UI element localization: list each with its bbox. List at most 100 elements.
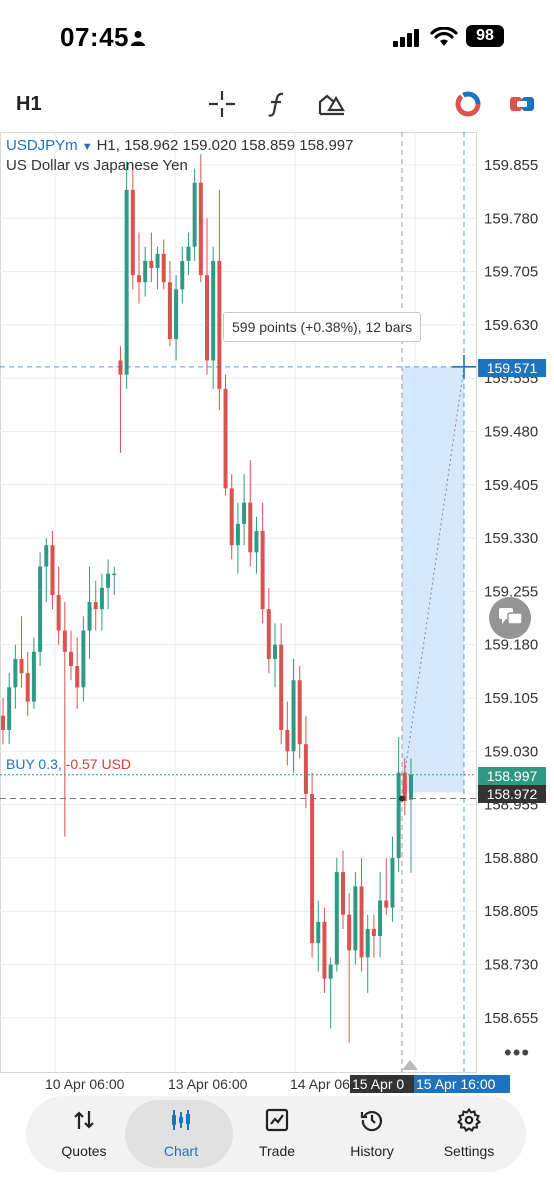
x-tick-label: 10 Apr 06:00	[45, 1076, 125, 1092]
symbol-dropdown-icon[interactable]: ▼	[82, 141, 93, 153]
position-profit: -0.57 USD	[65, 756, 132, 772]
position-label[interactable]: BUY 0.3, -0.57 USD	[6, 756, 131, 772]
x-tick-label: 13 Apr 06:00	[168, 1076, 248, 1092]
candle-body	[1, 715, 5, 730]
candle-body	[25, 673, 30, 702]
candle-body	[180, 260, 185, 290]
candle-body	[205, 275, 209, 361]
candle-body	[310, 793, 315, 944]
symbol-description: US Dollar vs Japanese Yen	[6, 157, 188, 174]
y-tick-label: 159.630	[484, 317, 538, 334]
candle-body	[341, 872, 345, 915]
candle-body	[62, 630, 67, 652]
candle-body	[378, 900, 383, 937]
candle-body	[106, 573, 111, 588]
candle-body	[223, 388, 228, 489]
y-tick-label: 158.805	[484, 903, 538, 920]
candle-body	[359, 886, 364, 958]
candle-body	[149, 260, 154, 269]
y-tick-label: 158.655	[484, 1010, 538, 1027]
position-volume: BUY 0.3,	[6, 756, 62, 772]
y-tick-label: 158.730	[484, 957, 538, 974]
candle-body	[242, 502, 247, 524]
candle-body	[87, 602, 92, 631]
cursor-price-tag: 159.571	[478, 359, 546, 377]
candle-body	[112, 573, 117, 576]
objects-icon[interactable]	[316, 88, 348, 120]
y-tick-label: 158.880	[484, 850, 538, 867]
measure-tooltip: 599 points (+0.38%), 12 bars	[223, 312, 422, 342]
y-tick-label: 159.855	[484, 157, 538, 174]
timeframe-button[interactable]: H1	[16, 93, 42, 116]
chat-button[interactable]	[489, 597, 531, 639]
candle-body	[7, 687, 12, 730]
candle-body	[396, 772, 401, 858]
candle-body	[297, 680, 302, 745]
wifi-icon	[430, 27, 458, 46]
candle-body	[248, 502, 253, 553]
candle-body	[192, 182, 197, 247]
crosshair-icon[interactable]	[206, 88, 238, 120]
y-tick-label: 159.780	[484, 210, 538, 227]
x-axis-marker	[402, 1060, 418, 1070]
y-tick-label: 159.180	[484, 637, 538, 654]
nav-trade[interactable]: Trade	[229, 1096, 325, 1172]
nav-quotes-label: Quotes	[61, 1143, 107, 1159]
candle-body	[229, 488, 234, 546]
bid-price-tag: 158.997	[478, 767, 546, 785]
quotes-icon	[74, 1111, 94, 1129]
nav-trade-label: Trade	[258, 1143, 296, 1159]
y-tick-label: 159.705	[484, 264, 538, 281]
candle-body	[365, 928, 370, 958]
candle-body	[316, 921, 321, 944]
candle-body	[279, 644, 284, 730]
symbol-header[interactable]: USDJPYm ▼ H1, 158.962 159.020 158.859 158.…	[6, 137, 353, 154]
candle-body	[291, 680, 296, 752]
candle-body	[69, 651, 73, 667]
candle-body	[235, 523, 240, 546]
nav-history[interactable]: History	[324, 1096, 420, 1172]
more-icon[interactable]: •••	[504, 1040, 530, 1066]
candle-body	[303, 744, 308, 794]
nav-quotes[interactable]: Quotes	[36, 1096, 132, 1172]
ohlc-summary: H1, 158.962 159.020 158.859 158.997	[96, 137, 354, 154]
person-icon	[131, 31, 145, 46]
candle-body	[167, 282, 172, 340]
candle-body	[19, 658, 24, 674]
candle-body	[347, 914, 352, 951]
buy-sell-panel-icon[interactable]	[506, 88, 538, 120]
candle-body	[155, 253, 160, 269]
nav-chart[interactable]: Chart	[125, 1096, 233, 1172]
candle-body	[334, 872, 339, 965]
indicators-icon[interactable]	[262, 88, 294, 120]
candle-body	[254, 530, 259, 553]
y-tick-label: 159.480	[484, 424, 538, 441]
y-tick-label: 159.405	[484, 477, 538, 494]
candle-body	[390, 857, 395, 908]
nav-settings[interactable]: Settings	[421, 1096, 517, 1172]
candle-body	[118, 360, 123, 375]
candle-body	[93, 602, 98, 610]
candle-body	[322, 921, 327, 979]
one-click-trading-icon[interactable]	[452, 88, 484, 120]
candle-body	[328, 964, 333, 979]
candle-body	[50, 545, 55, 595]
candle-body	[174, 289, 179, 340]
candle-body	[56, 594, 61, 631]
symbol-name[interactable]: USDJPYm	[6, 137, 78, 154]
price-chart[interactable]: 159.855159.780159.705159.630159.555159.4…	[0, 132, 554, 1094]
candle-body	[266, 609, 271, 659]
candle-body	[211, 260, 216, 361]
y-tick-label: 159.030	[484, 743, 538, 760]
status-time: 07:45	[60, 22, 129, 52]
candle-body	[143, 260, 148, 283]
candle-body	[273, 644, 277, 659]
chart-icon	[172, 1110, 190, 1130]
candle-body	[198, 182, 203, 276]
candle-body	[13, 658, 18, 688]
candle-body	[371, 928, 376, 937]
battery-indicator: 98	[466, 25, 504, 47]
candle-body	[186, 246, 191, 261]
candle-body	[44, 545, 49, 567]
signal-icon	[393, 29, 419, 47]
